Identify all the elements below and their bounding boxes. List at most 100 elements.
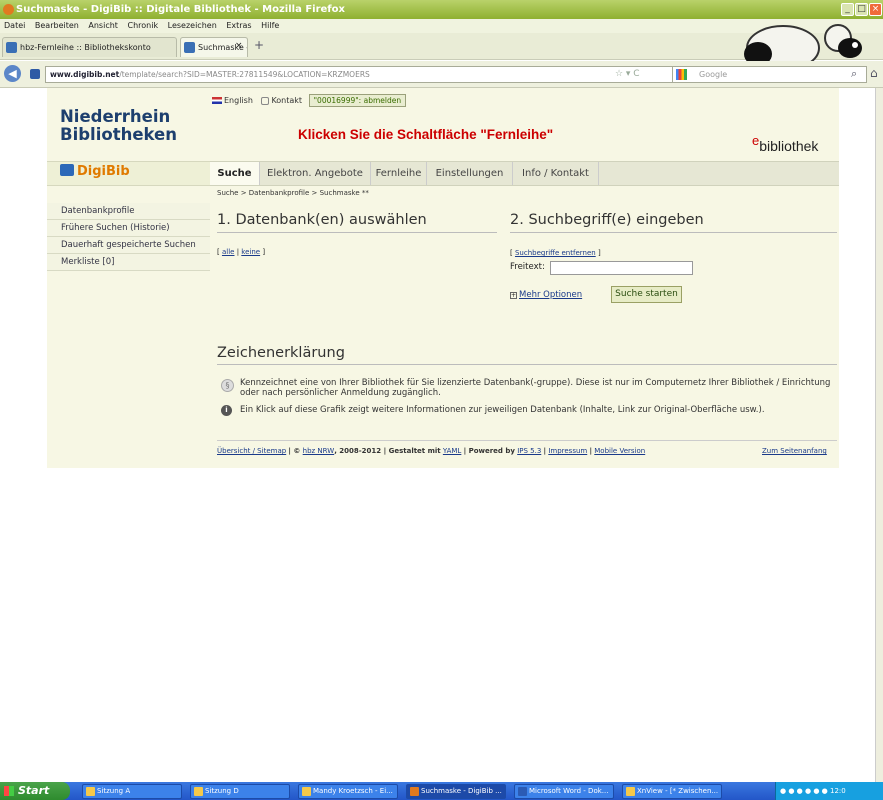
window-title: Suchmaske - DigiBib :: Digitale Biblioth… <box>16 4 345 15</box>
menu-hilfe[interactable]: Hilfe <box>261 21 279 30</box>
minimize-button[interactable]: _ <box>841 3 854 16</box>
task-label: Sitzung A <box>97 787 131 795</box>
freitext-input[interactable] <box>550 261 693 275</box>
taskbar-item-mail[interactable]: Mandy Kroetzsch - Ei... <box>298 784 398 799</box>
sidebar-item-datenbankprofile[interactable]: Datenbankprofile <box>47 203 210 220</box>
taskbar-item-sitzung-d[interactable]: Sitzung D <box>190 784 290 799</box>
uk-flag-icon <box>212 97 222 104</box>
xnview-icon <box>626 787 635 796</box>
divider <box>217 232 497 233</box>
taskbar-item-sitzung-a[interactable]: Sitzung A <box>82 784 182 799</box>
web-search-input[interactable]: Google <box>672 66 867 83</box>
english-link[interactable]: English <box>224 96 253 105</box>
legend-info-text: Ein Klick auf diese Grafik zeigt weitere… <box>240 405 765 415</box>
info-icon: i <box>221 405 232 416</box>
search-placeholder: Google <box>699 70 728 79</box>
logo-line-2: Bibliotheken <box>60 125 177 144</box>
system-tray: ● ● ● ● ● ● 12:0 <box>775 782 883 800</box>
sidebar-item-historie[interactable]: Frühere Suchen (Historie) <box>47 220 210 237</box>
section-search-terms-title: 2. Suchbegriff(e) eingeben <box>510 212 704 228</box>
search-magnifier-icon[interactable]: ⌕ <box>851 67 857 81</box>
back-arrow-icon[interactable]: ◀ <box>4 65 21 82</box>
tab-elektron-angebote[interactable]: Elektron. Angebote <box>260 162 371 185</box>
years: , 2008-2012 | Gestaltet mit <box>334 447 441 455</box>
footer: Übersicht / Sitemap | © hbz NRW, 2008-20… <box>217 447 645 455</box>
tab-fernleihe[interactable]: Fernleihe <box>371 162 427 185</box>
impressum-link[interactable]: Impressum <box>548 447 587 455</box>
start-label: Start <box>18 784 50 797</box>
menu-chronik[interactable]: Chronik <box>127 21 158 30</box>
task-label: Mandy Kroetzsch - Ei... <box>313 787 393 795</box>
ips-link[interactable]: IPS 5.3 <box>517 447 541 455</box>
main-nav-tabs: Suche Elektron. Angebote Fernleihe Einst… <box>210 161 839 186</box>
start-button[interactable]: Start <box>0 782 70 800</box>
sitemap-link[interactable]: Übersicht / Sitemap <box>217 447 286 455</box>
menu-extras[interactable]: Extras <box>226 21 251 30</box>
vertical-scrollbar[interactable] <box>875 88 883 782</box>
separator: | <box>543 447 547 455</box>
task-label: XnView - [* Zwischen... <box>637 787 719 795</box>
contact-link[interactable]: Kontakt <box>271 96 302 105</box>
taskbar-item-xnview[interactable]: XnView - [* Zwischen... <box>622 784 722 799</box>
separator: | <box>236 248 240 256</box>
home-icon[interactable]: ⌂ <box>870 66 878 80</box>
maximize-button[interactable]: □ <box>855 3 868 16</box>
browser-tab-fernleihe[interactable]: hbz-Fernleihe :: Bibliothekskonto <box>2 37 177 57</box>
close-window-button[interactable]: × <box>869 3 882 16</box>
new-tab-button[interactable]: + <box>251 37 267 53</box>
bracket-open: [ <box>217 248 220 256</box>
freitext-label: Freitext: <box>510 262 545 272</box>
tab-label: hbz-Fernleihe :: Bibliothekskonto <box>20 43 151 52</box>
select-none-link[interactable]: keine <box>241 248 260 256</box>
task-label: Microsoft Word - Dok... <box>529 787 609 795</box>
tab-info-kontakt[interactable]: Info / Kontakt <box>513 162 599 185</box>
task-label: Suchmaske - DigiBib ... <box>421 787 502 795</box>
divider <box>217 364 837 365</box>
menu-datei[interactable]: Datei <box>4 21 25 30</box>
utility-links: English Kontakt "00016999": abmelden <box>212 94 407 107</box>
sidebar-item-gespeicherte-suchen[interactable]: Dauerhaft gespeicherte Suchen <box>47 237 210 254</box>
terminal-icon <box>86 787 95 796</box>
taskbar-item-word[interactable]: Microsoft Word - Dok... <box>514 784 614 799</box>
word-icon <box>518 787 527 796</box>
site-identity-icon[interactable] <box>30 69 40 79</box>
menu-lesezeichen[interactable]: Lesezeichen <box>168 21 217 30</box>
task-label: Sitzung D <box>205 787 239 795</box>
tray-icons[interactable]: ● ● ● ● ● ● <box>780 787 828 795</box>
terminal-icon <box>194 787 203 796</box>
sidebar: Datenbankprofile Frühere Suchen (Histori… <box>47 203 210 271</box>
clear-search-terms-link[interactable]: Suchbegriffe entfernen <box>515 249 596 257</box>
expand-plus-icon: + <box>510 292 517 299</box>
search-start-button[interactable]: Suche starten <box>611 286 682 303</box>
separator: | <box>589 447 593 455</box>
ebibliothek-logo: ebibliothek <box>752 133 818 154</box>
more-options-link[interactable]: Mehr Optionen <box>519 290 582 300</box>
digibib-icon <box>60 164 74 176</box>
divider <box>510 232 837 233</box>
mobile-version-link[interactable]: Mobile Version <box>594 447 645 455</box>
bracket-close: ] <box>597 249 601 257</box>
url-path: /template/search?SID=MASTER:27811549&LOC… <box>119 70 370 79</box>
logout-button[interactable]: "00016999": abmelden <box>308 94 407 107</box>
bookmark-star-reload-icons[interactable]: ☆ ▾ C <box>615 67 640 82</box>
section-databases-title: 1. Datenbank(en) auswählen <box>217 212 427 228</box>
tab-einstellungen[interactable]: Einstellungen <box>427 162 513 185</box>
menu-bearbeiten[interactable]: Bearbeiten <box>35 21 79 30</box>
taskbar-item-firefox[interactable]: Suchmaske - DigiBib ... <box>406 784 506 799</box>
menu-ansicht[interactable]: Ansicht <box>88 21 118 30</box>
back-to-top-link[interactable]: Zum Seitenanfang <box>762 447 827 455</box>
bracket-open: [ <box>510 249 513 257</box>
niederrhein-logo[interactable]: Niederrhein Bibliotheken <box>60 108 177 144</box>
sidebar-item-merkliste[interactable]: Merkliste [0] <box>47 254 210 271</box>
more-options[interactable]: + Mehr Optionen <box>510 290 582 300</box>
url-domain: www.digibib.net <box>50 70 120 79</box>
select-all-link[interactable]: alle <box>222 248 235 256</box>
url-field[interactable]: www.digibib.net/template/search?SID=MAST… <box>45 66 680 83</box>
hbz-link[interactable]: hbz NRW <box>303 447 335 455</box>
legend-title: Zeichenerklärung <box>217 345 345 361</box>
tab-suche[interactable]: Suche <box>210 162 260 185</box>
digibib-brand[interactable]: DigiBib <box>60 164 130 179</box>
yaml-link[interactable]: YAML <box>443 447 461 455</box>
tab-close-icon[interactable]: × <box>235 41 243 51</box>
logo-line-1: Niederrhein <box>60 107 171 126</box>
